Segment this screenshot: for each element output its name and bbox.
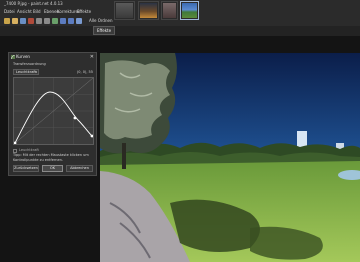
curves-dialog: Kurven ✕ Transferzuordnung Leuchtkraft ▾…: [8, 52, 97, 176]
image-tab-strip: [0, 26, 360, 36]
curve-coordinates: (0, 0), 55: [76, 70, 93, 74]
chevron-down-icon: ▾: [35, 70, 37, 74]
dialog-title: Kurven: [16, 54, 30, 59]
cancel-button[interactable]: Abbrechen: [66, 165, 93, 172]
thumbnail-3[interactable]: [161, 1, 178, 20]
save-icon[interactable]: [20, 18, 26, 24]
reset-button[interactable]: Zurücksetzen: [13, 165, 39, 172]
curves-icon: [11, 55, 15, 59]
grid-icon[interactable]: [76, 18, 82, 24]
mode-select[interactable]: Leuchtkraft ▾: [13, 69, 39, 75]
thumbnail-2[interactable]: [138, 1, 159, 20]
redo-icon[interactable]: [68, 18, 74, 24]
copy-icon[interactable]: [36, 18, 42, 24]
mode-value: Leuchtkraft: [16, 70, 36, 74]
tab-effects[interactable]: Effekte: [93, 26, 115, 35]
open-folder-icon[interactable]: [12, 18, 18, 24]
close-icon[interactable]: ✕: [90, 54, 94, 60]
transfer-map-label: Transferzuordnung: [13, 62, 46, 66]
crop-icon[interactable]: [52, 18, 58, 24]
curve-editor[interactable]: [13, 77, 94, 145]
menu-effects[interactable]: Effekte: [77, 8, 91, 16]
arrange-label[interactable]: Alle Ordnen: [89, 18, 112, 24]
hint-text: Tipp: Mit der rechten Maustaste klicken …: [13, 153, 89, 162]
undo-icon[interactable]: [60, 18, 66, 24]
thumbnail-4-active[interactable]: [180, 1, 199, 20]
cut-icon[interactable]: [28, 18, 34, 24]
menu-file[interactable]: Datei: [4, 8, 15, 16]
new-icon[interactable]: [4, 18, 10, 24]
paste-icon[interactable]: [44, 18, 50, 24]
thumbnail-1[interactable]: [114, 1, 135, 20]
window-title: _7400 P.jpg - paint.net 4.0.13: [4, 1, 63, 6]
ok-button[interactable]: OK: [42, 165, 63, 172]
edited-photo[interactable]: [100, 53, 360, 262]
curve-control-point-2: [73, 116, 77, 120]
menu-view[interactable]: Ansicht: [17, 8, 32, 16]
menu-image[interactable]: Bild: [33, 8, 41, 16]
